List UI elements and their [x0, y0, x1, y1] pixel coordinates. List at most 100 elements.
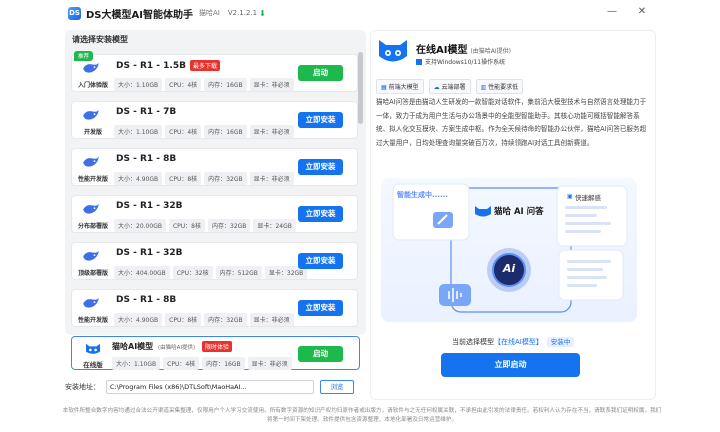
spec-cpu: CPU：8核 — [165, 172, 202, 185]
model-name: DS - R1 - 7B — [116, 107, 177, 117]
windows-icon — [416, 58, 422, 65]
tag-cloud-deploy: ☁ 云端部署 — [428, 79, 471, 94]
spec-size: 大小：20.00GB — [114, 219, 166, 232]
hint-prefix: 当前选择模型 — [452, 338, 494, 346]
illustration-brand-text: 猫哈 AI 问答 — [494, 207, 544, 217]
model-specs: 大小：404.00GB CPU：32核 内存：512GB 显卡：32GB — [114, 266, 308, 279]
model-card[interactable]: 性能开发版 DS - R1 - 8B 大小：4.90GB CPU：8核 内存：32GB 显… — [71, 148, 358, 186]
model-name: DS - R1 - 32B — [116, 248, 183, 258]
spec-gpu: 显卡：非必须 — [249, 78, 294, 91]
model-edition-label: 开发版 — [83, 129, 102, 136]
spec-cpu: CPU：4核 — [165, 125, 202, 138]
spec-size: 大小：4.90GB — [114, 313, 163, 326]
spec-gpu: 显卡：24GB — [253, 219, 296, 232]
chat-icon: ▣ — [567, 193, 573, 200]
cloud-icon: ☁ — [433, 84, 442, 91]
install-path-label: 安装地址： — [65, 383, 100, 391]
arrow-down-icon[interactable]: ⬇ — [259, 9, 266, 18]
model-edition-label: 顶级部署版 — [77, 270, 108, 277]
model-card[interactable]: 开发版 DS - R1 - 7B 大小：1.10GB CPU：4核 内存：16GB 显卡：… — [71, 101, 358, 139]
online-model-label: 在线版 — [83, 361, 103, 369]
model-name: DS - R1 - 8B — [116, 295, 177, 305]
online-model-card[interactable]: 在线版 猫哈AI模型 (由猫哈AI提供) 限时体验 大小：1.10GB CPU：… — [71, 336, 360, 370]
model-name: DS - R1 - 8B — [116, 154, 177, 164]
online-model-specs: 大小：1.10GB CPU：4核 内存：16GB 显卡：非必须 — [112, 357, 292, 370]
disclaimer-text: 本软件所整合数字内容均通过合法公开渠道采集整理，仅限用户个人学习交流使用。所有数… — [62, 408, 662, 423]
tag-frontend-model: ▦ 前端大模型 — [376, 79, 424, 94]
model-edition-label: 性能开发版 — [77, 317, 108, 324]
model-specs: 大小：1.10GB CPU：4核 内存：16GB 显卡：非必须 — [114, 125, 294, 138]
model-edition-label: 入门体验版 — [77, 82, 108, 89]
whale-icon — [83, 156, 99, 167]
close-icon[interactable]: ✕ — [634, 4, 650, 20]
spec-gpu: 显卡：非必须 — [249, 125, 294, 138]
online-model-start-button[interactable]: 启动 — [298, 346, 343, 362]
chart-icon: ▥ — [480, 84, 489, 91]
start-now-button[interactable]: 立即启动 — [441, 353, 580, 377]
whale-icon — [83, 62, 99, 73]
spec-mem: 内存：32GB — [204, 313, 247, 326]
online-model-provider: (由猫哈AI提供) — [157, 345, 196, 351]
recommend-badge: 推荐 — [74, 51, 94, 61]
spec-cpu: CPU：8核 — [168, 219, 205, 232]
model-specs: 大小：4.90GB CPU：8核 内存：32GB 显卡：非必须 — [114, 313, 294, 326]
minimize-icon[interactable]: — — [604, 4, 620, 20]
start-button[interactable]: 启动 — [298, 65, 343, 81]
model-edition-label: 分布部署版 — [77, 223, 108, 230]
model-card[interactable]: 入门体验版 DS - R1 - 1.5B 最多下载 大小：1.10GB CPU：4核 内存… — [71, 54, 358, 92]
promo-illustration: ▣ 智能生成中...... 猫哈 AI 问答 快速解惑 Ai — [381, 178, 637, 322]
whale-icon — [83, 203, 99, 214]
app-version: V2.1.2.1 — [227, 9, 258, 17]
spec-mem: 内存：32GB — [208, 219, 251, 232]
install-path-input[interactable]: C:\Program Files (x86)\DTLSoft\MaoHaAI..… — [106, 380, 314, 394]
model-list-scrollbar[interactable] — [358, 52, 363, 124]
whale-icon — [83, 109, 99, 120]
spec-size: 大小：1.10GB — [112, 357, 161, 370]
voice-wave-icon — [439, 284, 471, 306]
illustration-quick-text: 快速解惑 — [575, 194, 601, 202]
model-name: DS - R1 - 32B — [116, 201, 183, 211]
model-edition-label: 性能开发版 — [77, 176, 108, 183]
detail-title: 在线AI模型 (由猫哈AI提供) — [416, 41, 511, 56]
whale-icon — [83, 297, 99, 308]
spec-gpu: 显卡：非必须 — [249, 172, 294, 185]
feature-tags: ▦ 前端大模型 ☁ 云端部署 ▥ 性能要求低 — [376, 79, 524, 94]
spec-mem: 内存：16GB — [204, 125, 247, 138]
model-card[interactable]: 分布部署版 DS - R1 - 32B 大小：20.00GB CPU：8核 内存：32G… — [71, 195, 358, 233]
selected-model-hint: 当前选择模型【在线AI模型】 安装中 — [452, 336, 575, 347]
hint-status-badge: 安装中 — [546, 337, 575, 347]
model-list: 入门体验版 DS - R1 - 1.5B 最多下载大小：1.10GB CPU：4核 内存… — [68, 48, 358, 328]
install-button[interactable]: 立即安装 — [298, 112, 343, 128]
spec-size: 大小：404.00GB — [114, 266, 170, 279]
install-button[interactable]: 立即安装 — [298, 159, 343, 175]
app-window: DS DS大模型AI智能体助手 猫哈AI V2.1.2.1 ⬇ — ✕ 请选择安… — [0, 0, 720, 432]
most-downloaded-badge: 最多下载 — [189, 60, 220, 71]
spec-mem: 内存：16GB — [204, 78, 247, 91]
model-list-heading: 请选择安装模型 — [72, 35, 128, 44]
online-model-name: 猫哈AI模型 — [112, 342, 154, 351]
model-name: DS - R1 - 1.5B — [116, 61, 186, 71]
spec-cpu: CPU：8核 — [165, 313, 202, 326]
install-button[interactable]: 立即安装 — [298, 206, 343, 222]
spec-size: 大小：4.90GB — [114, 172, 163, 185]
hint-model: 【在线AI模型】 — [494, 338, 543, 346]
spec-gpu: 显卡：非必须 — [249, 313, 294, 326]
model-card[interactable]: 顶级部署版 DS - R1 - 32B 大小：404.00GB CPU：32核 内存：5… — [71, 242, 358, 280]
detail-provider: (由猫哈AI提供) — [470, 48, 512, 55]
spec-cpu: CPU：32核 — [172, 266, 213, 279]
model-specs: 大小：20.00GB CPU：8核 内存：32GB 显卡：24GB — [114, 219, 296, 232]
browse-button[interactable]: 浏览 — [320, 380, 354, 394]
install-button[interactable]: 立即安装 — [298, 253, 343, 269]
model-card[interactable]: 性能开发版 DS - R1 - 8B 大小：4.90GB CPU：8核 内存：32GB 显… — [71, 289, 358, 327]
spec-mem: 内存：32GB — [204, 172, 247, 185]
cat-ai-logo-icon — [379, 40, 407, 62]
whale-icon — [83, 250, 99, 261]
os-support-text: 支持Windows10/11操作系统 — [425, 59, 506, 66]
os-support: 支持Windows10/11操作系统 — [416, 57, 505, 66]
illustration-ai-text: Ai — [502, 262, 516, 275]
model-description: 猫哈AI问答是由猫动人生研发的一款智能对话软件，集前沿大模型技术与自然语言处理能… — [376, 98, 647, 147]
install-button[interactable]: 立即安装 — [298, 300, 343, 316]
illustration-generating-text: 智能生成中...... — [397, 191, 448, 199]
app-subtitle: 猫哈AI — [198, 9, 220, 17]
model-specs: 大小：4.90GB CPU：8核 内存：32GB 显卡：非必须 — [114, 172, 294, 185]
